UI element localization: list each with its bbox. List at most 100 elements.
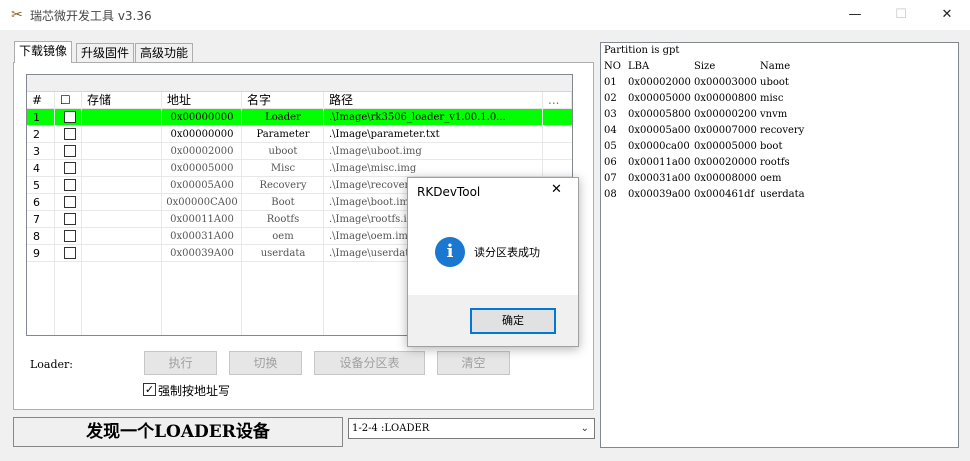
loader-label: Loader: bbox=[30, 358, 74, 371]
partition-entry-no: 05 bbox=[604, 141, 617, 152]
execute-button[interactable]: 执行 bbox=[144, 351, 217, 375]
row-checkbox[interactable] bbox=[64, 213, 76, 225]
row-checkbox[interactable] bbox=[64, 162, 76, 174]
row-path[interactable]: .\Image\parameter.txt bbox=[325, 126, 541, 143]
row-checkbox[interactable] bbox=[64, 196, 76, 208]
table-row[interactable]: 2 0x00000000 Parameter .\Image\parameter.tx… bbox=[27, 126, 572, 143]
table-row[interactable]: 1 0x00000000 Loader .\Image\rk3506_loader_v… bbox=[27, 109, 572, 126]
partition-entry-lba: 0x00011a00 bbox=[628, 157, 691, 168]
partition-entry-name: userdata bbox=[760, 189, 805, 200]
partition-entry-name: rootfs bbox=[760, 157, 790, 168]
partition-entry-name: vnvm bbox=[760, 109, 788, 120]
partition-entry-name: uboot bbox=[760, 77, 789, 88]
row-number: 3 bbox=[33, 145, 40, 158]
row-path[interactable]: .\Image\rk3506_loader_v1.00.1.0... bbox=[325, 109, 541, 126]
row-name: Boot bbox=[271, 197, 295, 208]
row-address: 0x00002000 bbox=[170, 146, 234, 157]
partition-entry-size: 0x00020000 bbox=[694, 157, 757, 168]
row-checkbox[interactable] bbox=[64, 128, 76, 140]
row-name: Recovery bbox=[259, 180, 307, 191]
info-icon: i bbox=[435, 237, 465, 267]
partition-entry-lba: 0x00005800 bbox=[628, 109, 691, 120]
column-header-path[interactable]: 路径 bbox=[324, 92, 543, 109]
row-name: uboot bbox=[268, 146, 298, 157]
row-number: 9 bbox=[33, 247, 40, 260]
row-number: 8 bbox=[33, 230, 40, 243]
row-number: 6 bbox=[33, 196, 40, 209]
tab-download-image[interactable]: 下载镜像 bbox=[14, 41, 73, 63]
dialog-ok-button[interactable]: 确定 bbox=[470, 308, 556, 334]
table-row[interactable]: 3 0x00002000 uboot .\Image\uboot.img bbox=[27, 143, 572, 160]
row-checkbox[interactable] bbox=[64, 145, 76, 157]
dialog-close-icon[interactable]: ✕ bbox=[551, 182, 562, 197]
list-top-bar bbox=[27, 75, 572, 92]
column-divider bbox=[54, 92, 55, 335]
partition-entry-no: 04 bbox=[604, 125, 617, 136]
row-address: 0x00039A00 bbox=[170, 248, 234, 259]
row-checkbox[interactable] bbox=[64, 179, 76, 191]
row-checkbox[interactable] bbox=[64, 111, 76, 123]
clear-button[interactable]: 清空 bbox=[437, 351, 510, 375]
row-path[interactable]: .\Image\uboot.img bbox=[325, 143, 541, 160]
partition-entry-size: 0x00005000 bbox=[694, 141, 757, 152]
partition-entry-lba: 0x00031a00 bbox=[628, 173, 691, 184]
row-number: 1 bbox=[33, 111, 40, 124]
partition-entry-lba: 0x00005000 bbox=[628, 93, 691, 104]
device-partition-button[interactable]: 设备分区表 bbox=[314, 351, 425, 375]
column-divider bbox=[81, 92, 82, 335]
column-divider bbox=[161, 92, 162, 335]
chevron-down-icon[interactable]: ⌄ bbox=[581, 419, 589, 438]
partition-info-box[interactable]: Partition is gpt NO LBA Size Name 01 0x00… bbox=[600, 42, 959, 448]
row-address: 0x00000000 bbox=[170, 129, 234, 140]
dialog-message: 读分区表成功 bbox=[474, 246, 540, 259]
partition-header-lba: LBA bbox=[628, 61, 650, 72]
tools-icon: ✂ bbox=[11, 7, 23, 23]
partition-entry-name: misc bbox=[760, 93, 784, 104]
row-checkbox[interactable] bbox=[64, 230, 76, 242]
column-header-address[interactable]: 地址 bbox=[162, 92, 242, 109]
force-address-checkbox[interactable]: ✓ bbox=[143, 383, 156, 396]
column-header-num[interactable]: # bbox=[27, 92, 55, 109]
partition-header-size: Size bbox=[694, 61, 716, 72]
force-address-label[interactable]: 强制按地址写 bbox=[158, 382, 230, 399]
tab-advanced[interactable]: 高级功能 bbox=[135, 43, 194, 63]
row-name: userdata bbox=[260, 248, 306, 259]
partition-entry-size: 0x00000800 bbox=[694, 93, 757, 104]
partition-entry-no: 06 bbox=[604, 157, 617, 168]
partition-header-no: NO bbox=[604, 61, 621, 72]
device-select-value: 1-2-4 :LOADER bbox=[352, 423, 430, 434]
title-bar: ✂ 瑞芯微开发工具 v3.36 — ☐ ✕ bbox=[0, 0, 970, 30]
device-select[interactable]: 1-2-4 :LOADER ⌄ bbox=[348, 418, 595, 439]
partition-entry-size: 0x00000200 bbox=[694, 109, 757, 120]
partition-entry-lba: 0x0000ca00 bbox=[628, 141, 690, 152]
row-number: 4 bbox=[33, 162, 40, 175]
message-dialog: RKDevTool ✕ i 读分区表成功 确定 bbox=[407, 177, 579, 347]
partition-entry-no: 03 bbox=[604, 109, 617, 120]
table-row[interactable]: 4 0x00005000 Misc .\Image\misc.img bbox=[27, 160, 572, 177]
partition-entry-size: 0x000461df bbox=[694, 189, 755, 200]
tab-upgrade-firmware[interactable]: 升级固件 bbox=[76, 43, 135, 63]
partition-entry-name: boot bbox=[760, 141, 783, 152]
partition-entry-lba: 0x00002000 bbox=[628, 77, 691, 88]
row-path[interactable]: .\Image\misc.img bbox=[325, 160, 541, 177]
row-name: Parameter bbox=[256, 129, 310, 140]
partition-entry-name: recovery bbox=[760, 125, 805, 136]
minimize-button[interactable]: — bbox=[832, 0, 878, 30]
partition-entry-no: 01 bbox=[604, 77, 617, 88]
column-header-name[interactable]: 名字 bbox=[242, 92, 324, 109]
column-header-storage[interactable]: 存储 bbox=[82, 92, 162, 109]
column-divider bbox=[323, 92, 324, 335]
row-number: 7 bbox=[33, 213, 40, 226]
row-address: 0x00000000 bbox=[170, 112, 234, 123]
maximize-button[interactable]: ☐ bbox=[878, 0, 924, 30]
window-title: 瑞芯微开发工具 v3.36 bbox=[30, 9, 152, 23]
column-header-check[interactable]: ☐ bbox=[55, 92, 82, 109]
partition-entry-no: 07 bbox=[604, 173, 617, 184]
partition-entry-no: 02 bbox=[604, 93, 617, 104]
switch-button[interactable]: 切换 bbox=[229, 351, 302, 375]
column-divider bbox=[241, 92, 242, 335]
close-button[interactable]: ✕ bbox=[924, 0, 970, 30]
row-checkbox[interactable] bbox=[64, 247, 76, 259]
column-header-more[interactable]: ... bbox=[543, 92, 572, 109]
dialog-title: RKDevTool bbox=[417, 185, 481, 199]
